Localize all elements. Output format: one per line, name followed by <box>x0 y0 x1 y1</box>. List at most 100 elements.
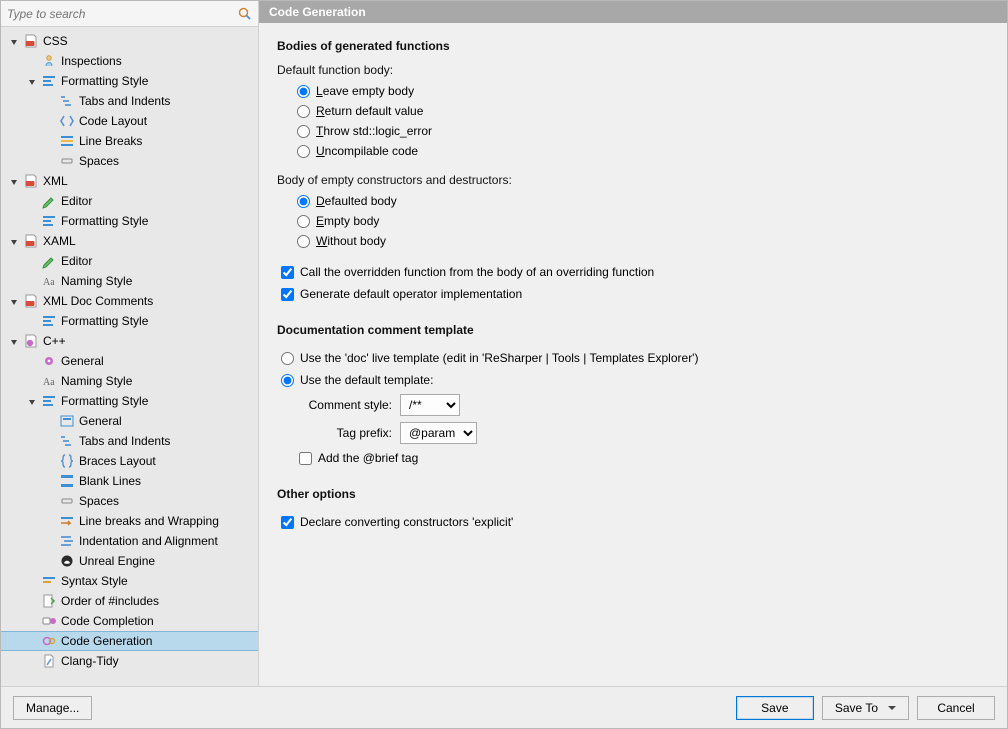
radio-use-default-template-input[interactable] <box>281 374 294 387</box>
tree-item[interactable]: General <box>1 351 258 371</box>
save-to-button[interactable]: Save To <box>822 696 909 720</box>
tree-item-label: Editor <box>61 194 92 208</box>
tree-item[interactable]: Line Breaks <box>1 131 258 151</box>
tree-item[interactable]: XAML <box>1 231 258 251</box>
tree-item[interactable]: Clang-Tidy <box>1 651 258 671</box>
tree-item[interactable]: XML <box>1 171 258 191</box>
radio-ctorbody-0[interactable]: Defaulted body <box>297 191 989 211</box>
radio-ctorbody-2-input[interactable] <box>297 235 310 248</box>
radio-use-default-template[interactable]: Use the default template: <box>281 369 989 391</box>
tree-item[interactable]: C++ <box>1 331 258 351</box>
check-explicit-ctor-input[interactable] <box>281 516 294 529</box>
tree-item[interactable]: Formatting Style <box>1 311 258 331</box>
check-explicit-ctor[interactable]: Declare converting constructors 'explici… <box>281 511 989 533</box>
radio-fnbody-1[interactable]: Return default value <box>297 101 989 121</box>
tag-prefix-label: Tag prefix: <box>297 426 392 440</box>
tree-item[interactable]: Line breaks and Wrapping <box>1 511 258 531</box>
tree-item-label: General <box>79 414 122 428</box>
check-add-brief-label: Add the @brief tag <box>318 451 418 465</box>
tree-item[interactable]: Code Completion <box>1 611 258 631</box>
tree-item-icon <box>41 653 57 669</box>
options-tree[interactable]: CSSInspectionsFormatting StyleTabs and I… <box>1 27 258 686</box>
tree-item[interactable]: Syntax Style <box>1 571 258 591</box>
tree-item-label: Indentation and Alignment <box>79 534 218 548</box>
radio-ctorbody-1[interactable]: Empty body <box>297 211 989 231</box>
tree-item[interactable]: Formatting Style <box>1 211 258 231</box>
tree-item-icon <box>41 53 57 69</box>
check-gen-operator-input[interactable] <box>281 288 294 301</box>
radio-fnbody-0[interactable]: Leave empty body <box>297 81 989 101</box>
tree-item[interactable]: XML Doc Comments <box>1 291 258 311</box>
tree-item[interactable]: CSS <box>1 31 258 51</box>
tree-item[interactable]: Code Generation <box>1 631 258 651</box>
tree-expander-icon[interactable] <box>7 294 21 308</box>
tree-item[interactable]: Spaces <box>1 491 258 511</box>
tree-item[interactable]: Tabs and Indents <box>1 431 258 451</box>
tree-item[interactable]: Editor <box>1 191 258 211</box>
tree-item-label: General <box>61 354 104 368</box>
radio-fnbody-0-input[interactable] <box>297 85 310 98</box>
tree-item[interactable]: Code Layout <box>1 111 258 131</box>
radio-ctorbody-0-input[interactable] <box>297 195 310 208</box>
tree-item-label: Clang-Tidy <box>61 654 119 668</box>
tree-expander-icon[interactable] <box>7 174 21 188</box>
tree-expander-icon[interactable] <box>25 74 39 88</box>
tree-item[interactable]: Formatting Style <box>1 71 258 91</box>
cancel-button[interactable]: Cancel <box>917 696 995 720</box>
dialog-footer: Manage... Save Save To Cancel <box>1 686 1007 728</box>
radio-use-default-template-label: Use the default template: <box>300 373 433 387</box>
radio-ctorbody-1-input[interactable] <box>297 215 310 228</box>
radio-fnbody-2-input[interactable] <box>297 125 310 138</box>
check-gen-operator[interactable]: Generate default operator implementation <box>281 283 989 305</box>
radio-ctorbody-2[interactable]: Without body <box>297 231 989 251</box>
manage-button[interactable]: Manage... <box>13 696 92 720</box>
tree-item[interactable]: General <box>1 411 258 431</box>
tree-item[interactable]: Indentation and Alignment <box>1 531 258 551</box>
radio-use-live-template-input[interactable] <box>281 352 294 365</box>
radio-label: Uncompilable code <box>316 144 418 158</box>
tree-expander-icon[interactable] <box>7 234 21 248</box>
tree-item[interactable]: AaNaming Style <box>1 371 258 391</box>
tree-item[interactable]: Order of #includes <box>1 591 258 611</box>
tree-item[interactable]: Braces Layout <box>1 451 258 471</box>
tree-expander-icon[interactable] <box>7 34 21 48</box>
check-call-overridden[interactable]: Call the overridden function from the bo… <box>281 261 989 283</box>
tree-item-label: Formatting Style <box>61 394 148 408</box>
tree-item[interactable]: Unreal Engine <box>1 551 258 571</box>
tree-item-label: Tabs and Indents <box>79 94 170 108</box>
tree-item-icon <box>41 633 57 649</box>
tree-item-label: Editor <box>61 254 92 268</box>
tree-expander-icon[interactable] <box>7 334 21 348</box>
radio-fnbody-1-input[interactable] <box>297 105 310 118</box>
tree-item-icon <box>59 113 75 129</box>
page-title-bar: Code Generation <box>259 1 1007 23</box>
search-input[interactable] <box>1 1 234 26</box>
tree-item-icon <box>59 513 75 529</box>
check-add-brief[interactable]: Add the @brief tag <box>299 447 989 469</box>
tree-item-icon <box>41 613 57 629</box>
tree-item[interactable]: Spaces <box>1 151 258 171</box>
tree-item[interactable]: Inspections <box>1 51 258 71</box>
tree-item[interactable]: AaNaming Style <box>1 271 258 291</box>
radio-use-live-template[interactable]: Use the 'doc' live template (edit in 'Re… <box>281 347 989 369</box>
tree-item-label: Formatting Style <box>61 314 148 328</box>
check-add-brief-input[interactable] <box>299 452 312 465</box>
tree-item[interactable]: Editor <box>1 251 258 271</box>
save-button[interactable]: Save <box>736 696 814 720</box>
radio-fnbody-3-input[interactable] <box>297 145 310 158</box>
radio-fnbody-3[interactable]: Uncompilable code <box>297 141 989 161</box>
comment-style-select[interactable]: /** <box>400 394 460 416</box>
comment-style-label: Comment style: <box>297 398 392 412</box>
tag-prefix-select[interactable]: @param <box>400 422 477 444</box>
tree-item[interactable]: Tabs and Indents <box>1 91 258 111</box>
tree-item[interactable]: Formatting Style <box>1 391 258 411</box>
search-icon[interactable] <box>234 3 256 25</box>
tree-item-label: Naming Style <box>61 374 132 388</box>
check-call-overridden-input[interactable] <box>281 266 294 279</box>
tree-expander-icon[interactable] <box>25 394 39 408</box>
tree-item[interactable]: Blank Lines <box>1 471 258 491</box>
radio-fnbody-2[interactable]: Throw std::logic_error <box>297 121 989 141</box>
search-bar <box>1 1 258 27</box>
svg-text:Aa: Aa <box>43 277 55 288</box>
tree-item-label: Syntax Style <box>61 574 128 588</box>
